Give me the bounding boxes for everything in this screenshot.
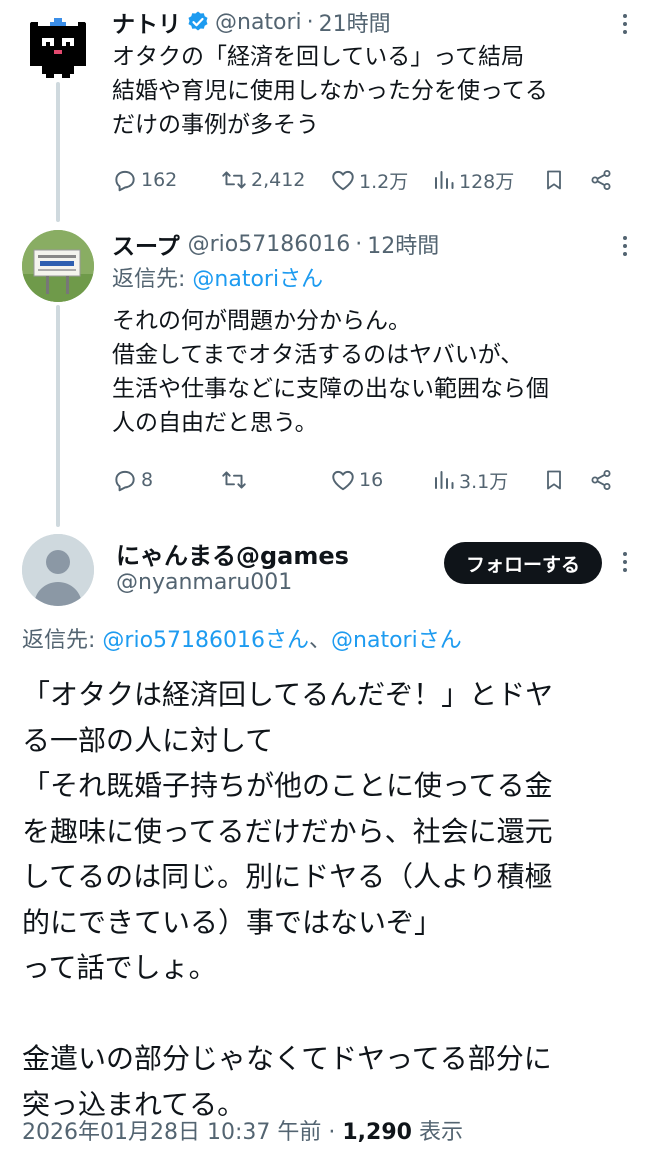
views-label: 表示 <box>411 1120 463 1145</box>
views-button[interactable]: 3.1万 <box>432 467 508 494</box>
reply-count: 162 <box>141 169 178 191</box>
like-icon <box>332 170 354 191</box>
text-line: 「オタクは経済回してるんだぞ！」とドヤ <box>22 678 554 711</box>
text-line: を趣味に使ってるだけだから、社会に還元 <box>22 814 553 848</box>
retweet-count: 2,412 <box>251 169 306 191</box>
replying-link[interactable]: @rio57186016さん <box>102 628 309 653</box>
user-handle[interactable]: @rio57186016 <box>188 232 351 257</box>
bookmark-icon <box>547 470 561 490</box>
view-count: 1,290 <box>342 1120 412 1145</box>
share-button[interactable] <box>589 167 613 193</box>
text-line: 人の自由だと思う。 <box>112 410 318 436</box>
display-name[interactable]: スープ <box>112 227 180 261</box>
bookmark-icon <box>547 170 561 190</box>
more-icon[interactable] <box>620 236 630 260</box>
retweet-button[interactable] <box>220 467 251 493</box>
thread-line <box>56 82 60 222</box>
reply-button[interactable]: 162 <box>112 167 177 193</box>
text-line: それの何が問題か分からん。 <box>112 308 411 334</box>
user-handle[interactable]: @nyanmaru001 <box>116 570 292 595</box>
reply-count: 8 <box>141 469 154 491</box>
text-line: 「それ既婚子持ちが他のことに使ってる金 <box>22 769 553 802</box>
more-icon[interactable] <box>620 552 630 576</box>
share-icon <box>591 170 611 190</box>
thread-line <box>56 305 60 527</box>
text-line <box>22 991 630 1037</box>
avatar[interactable] <box>22 10 94 82</box>
like-icon <box>332 470 354 491</box>
retweet-button[interactable]: 2,412 <box>220 167 305 193</box>
post-timestamp[interactable]: 2026年01月28日 10:37 午前 <box>22 1120 321 1145</box>
replying-prefix: 返信先: <box>112 267 193 292</box>
text-line: だけの事例が多そう <box>112 112 319 138</box>
more-icon[interactable] <box>620 14 630 38</box>
like-button[interactable]: 1.2万 <box>330 167 408 194</box>
replying-to: 返信先: @rio57186016さん、@natoriさん <box>22 622 462 654</box>
tweet[interactable]: スープ @rio57186016 · 12時間 返信先: @natoriさん そ… <box>112 226 630 440</box>
replying-prefix: 返信先: <box>22 628 103 653</box>
share-icon <box>591 470 611 490</box>
text-line: 金遣いの部分じゃなくてドヤってる部分に <box>22 1042 552 1075</box>
like-button[interactable]: 16 <box>330 467 383 493</box>
display-name[interactable]: ナトリ <box>112 5 181 39</box>
text-line: オタクの「経済を回している」って結局 <box>112 44 525 70</box>
view-count: 3.1万 <box>459 470 509 493</box>
avatar[interactable] <box>22 230 94 302</box>
retweet-icon <box>222 471 246 489</box>
tweet-text: オタクの「経済を回している」って結局 結婚や育児に使用しなかった分を使ってる だ… <box>112 40 630 142</box>
separator: · <box>306 9 314 35</box>
retweet-icon <box>222 171 246 189</box>
view-count: 128万 <box>459 170 515 193</box>
text-line: って話でしょ。 <box>22 951 217 984</box>
text-line: る一部の人に対して <box>22 723 274 757</box>
reply-button[interactable]: 8 <box>112 467 153 493</box>
timestamp[interactable]: 12時間 <box>367 228 439 260</box>
text-line: 結婚や育児に使用しなかった分を使ってる <box>112 78 548 104</box>
main-tweet-header: にゃんまる@games @nyanmaru001 フォローする <box>22 530 630 610</box>
tweet[interactable]: ナトリ @natori · 21時間 オタクの「経済を回している」って結局 結婚… <box>112 4 630 142</box>
text-line: 生活や仕事などに支障の出ない範囲なら個 <box>112 376 549 402</box>
bookmark-button[interactable] <box>542 167 566 193</box>
bookmark-button[interactable] <box>542 467 566 493</box>
tweet-header: スープ @rio57186016 · 12時間 <box>112 226 630 262</box>
replying-link[interactable]: @natoriさん <box>192 267 323 292</box>
text-line: してるのは同じ。別にドヤる（人より積極 <box>22 860 553 893</box>
tweet-actions: 162 2,412 1.2万 128万 <box>112 162 630 198</box>
views-icon <box>435 171 454 189</box>
display-name[interactable]: にゃんまる@games <box>116 536 349 571</box>
follow-button[interactable]: フォローする <box>443 542 602 584</box>
like-count: 16 <box>359 469 384 491</box>
user-handle[interactable]: @natori <box>215 10 302 35</box>
text-line: 的にできている）事ではないぞ」 <box>22 905 443 939</box>
replying-to: 返信先: @natoriさん <box>112 262 630 298</box>
tweet-header: ナトリ @natori · 21時間 <box>112 4 630 40</box>
tweet-actions: 8 16 3.1万 <box>112 462 630 498</box>
like-count: 1.2万 <box>359 170 409 193</box>
replying-link[interactable]: @natoriさん <box>331 628 462 653</box>
tweet-text: それの何が問題か分からん。 借金してまでオタ活するのはヤバいが、 生活や仕事など… <box>112 304 630 440</box>
text-line: 借金してまでオタ活するのはヤバいが、 <box>112 342 524 368</box>
separator: · <box>355 231 363 257</box>
views-button[interactable]: 128万 <box>432 167 514 194</box>
main-tweet-text: 「オタクは経済回してるんだぞ！」とドヤ る一部の人に対して 「それ既婚子持ちが他… <box>22 672 630 1127</box>
reply-icon <box>115 470 135 492</box>
verified-icon <box>186 10 210 34</box>
separator: · <box>321 1120 343 1145</box>
timestamp[interactable]: 21時間 <box>319 6 391 38</box>
reply-icon <box>115 170 135 192</box>
share-button[interactable] <box>589 467 613 493</box>
replying-separator: 、 <box>309 628 332 653</box>
tweet-meta: 2026年01月28日 10:37 午前 · 1,290 表示 <box>22 1114 463 1146</box>
views-icon <box>435 471 454 489</box>
